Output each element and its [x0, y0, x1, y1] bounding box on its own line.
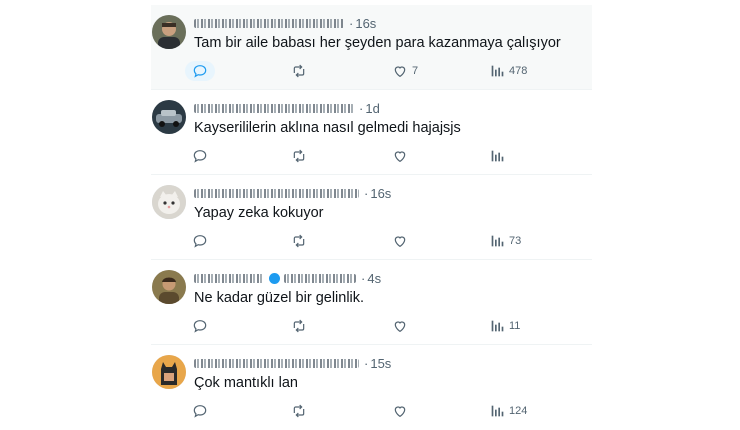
reply-item[interactable]: · 1d Kayserililerin aklına nasıl gelmedi…	[151, 90, 592, 175]
view-count: 11	[509, 320, 521, 332]
retweet-icon	[293, 64, 305, 78]
heart-icon	[394, 321, 406, 333]
view-count: 73	[509, 235, 522, 247]
like-button[interactable]	[392, 146, 412, 166]
speech-bubble-icon	[193, 150, 207, 163]
separator-dot: ·	[349, 16, 354, 31]
bar-chart-icon	[491, 320, 504, 332]
bar-chart-icon	[491, 65, 504, 77]
like-button[interactable]	[392, 231, 412, 251]
author-name[interactable]	[194, 104, 354, 113]
views-button[interactable]	[489, 146, 509, 166]
author-handle[interactable]	[284, 274, 356, 283]
heart-icon	[394, 66, 406, 78]
separator-dot: ·	[361, 271, 366, 286]
timestamp[interactable]: 4s	[367, 271, 381, 286]
author-name[interactable]	[194, 359, 359, 368]
retweet-icon	[293, 319, 305, 333]
reply-button[interactable]	[192, 231, 208, 251]
action-bar: 124	[186, 401, 556, 421]
reply-meta: · 1d	[194, 101, 380, 116]
reply-button[interactable]	[192, 146, 208, 166]
retweet-button[interactable]	[291, 146, 307, 166]
reply-meta: · 15s	[194, 356, 391, 371]
avatar[interactable]	[152, 270, 186, 304]
bar-chart-icon	[491, 150, 504, 162]
retweet-button[interactable]	[291, 316, 307, 336]
views-button[interactable]: 11	[489, 316, 520, 336]
reply-item[interactable]: · 16s Yapay zeka kokuyor 73	[151, 175, 592, 260]
like-count: 7	[412, 65, 419, 77]
separator-dot: ·	[359, 101, 364, 116]
bar-chart-icon	[491, 235, 504, 247]
view-count: 478	[509, 65, 528, 77]
views-button[interactable]: 478	[489, 61, 527, 81]
speech-bubble-icon	[193, 235, 207, 248]
heart-icon	[394, 151, 406, 163]
avatar[interactable]	[152, 15, 186, 49]
reply-button[interactable]	[192, 401, 208, 421]
reply-meta: · 4s	[194, 271, 381, 286]
timestamp[interactable]: 16s	[370, 186, 391, 201]
replies-list: · 16s Tam bir aile babası her şeyden par…	[151, 5, 592, 430]
reply-text: Kayserililerin aklına nasıl gelmedi haja…	[194, 120, 461, 136]
action-bar: 11	[186, 316, 556, 336]
action-bar: 73	[186, 231, 556, 251]
heart-icon	[394, 236, 406, 248]
action-bar	[186, 146, 556, 166]
timestamp[interactable]: 1d	[365, 101, 379, 116]
speech-bubble-icon	[193, 65, 207, 78]
reply-text: Ne kadar güzel bir gelinlik.	[194, 290, 365, 306]
views-button[interactable]: 73	[489, 231, 521, 251]
author-name[interactable]	[194, 19, 344, 28]
retweet-icon	[293, 149, 305, 163]
timestamp[interactable]: 16s	[355, 16, 376, 31]
retweet-button[interactable]	[291, 231, 307, 251]
separator-dot: ·	[364, 186, 369, 201]
avatar[interactable]	[152, 185, 186, 219]
action-bar: 7 478	[185, 61, 556, 81]
reply-item[interactable]: · 4s Ne kadar güzel bir gelinlik. 11	[151, 260, 592, 345]
like-button[interactable]: 7	[392, 61, 418, 81]
reply-meta: · 16s	[194, 16, 376, 31]
view-count: 124	[509, 405, 528, 417]
reply-button[interactable]	[192, 316, 208, 336]
timestamp[interactable]: 15s	[370, 356, 391, 371]
reply-item[interactable]: · 15s Çok mantıklı lan 124	[151, 345, 592, 430]
retweet-button[interactable]	[291, 61, 307, 81]
reply-text: Tam bir aile babası her şeyden para kaza…	[194, 35, 561, 51]
reply-meta: · 16s	[194, 186, 391, 201]
like-button[interactable]	[392, 401, 412, 421]
retweet-icon	[293, 234, 305, 248]
separator-dot: ·	[364, 356, 369, 371]
speech-bubble-icon	[193, 320, 207, 333]
avatar[interactable]	[152, 355, 186, 389]
retweet-button[interactable]	[291, 401, 307, 421]
reply-text: Yapay zeka kokuyor	[194, 205, 324, 221]
author-name[interactable]	[194, 189, 359, 198]
reply-text: Çok mantıklı lan	[194, 375, 298, 391]
like-button[interactable]	[392, 316, 412, 336]
reply-button[interactable]	[185, 61, 215, 81]
author-name[interactable]	[194, 274, 264, 283]
avatar[interactable]	[152, 100, 186, 134]
verified-badge-icon	[269, 273, 280, 284]
views-button[interactable]: 124	[489, 401, 527, 421]
reply-item[interactable]: · 16s Tam bir aile babası her şeyden par…	[151, 5, 592, 90]
